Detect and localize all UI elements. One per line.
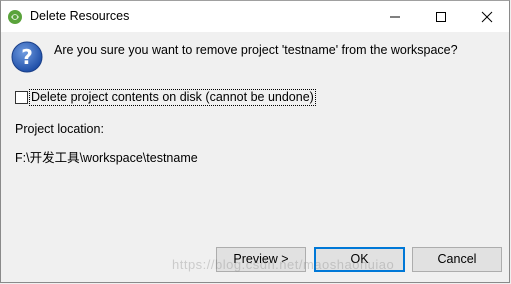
dialog-window: Delete Resources ? Are you sure you want… (0, 0, 510, 283)
close-icon (481, 11, 493, 23)
project-location-value: F:\开发工具\workspace\testname (15, 151, 198, 165)
maximize-button[interactable] (419, 1, 464, 32)
delete-contents-checkbox[interactable] (15, 91, 28, 104)
close-button[interactable] (465, 1, 510, 32)
delete-contents-label[interactable]: Delete project contents on disk (cannot … (29, 89, 316, 106)
preview-button[interactable]: Preview > (216, 247, 306, 272)
cancel-button[interactable]: Cancel (412, 247, 502, 272)
eclipse-app-icon (7, 9, 23, 25)
minimize-icon (390, 16, 400, 18)
title-bar[interactable]: Delete Resources (1, 1, 509, 32)
maximize-icon (436, 12, 446, 22)
question-icon: ? (11, 41, 43, 73)
ok-button[interactable]: OK (314, 247, 405, 272)
project-location-label: Project location: (15, 122, 104, 136)
svg-text:?: ? (21, 45, 33, 69)
window-title: Delete Resources (30, 9, 130, 23)
confirmation-message: Are you sure you want to remove project … (54, 43, 458, 57)
minimize-button[interactable] (373, 1, 418, 32)
